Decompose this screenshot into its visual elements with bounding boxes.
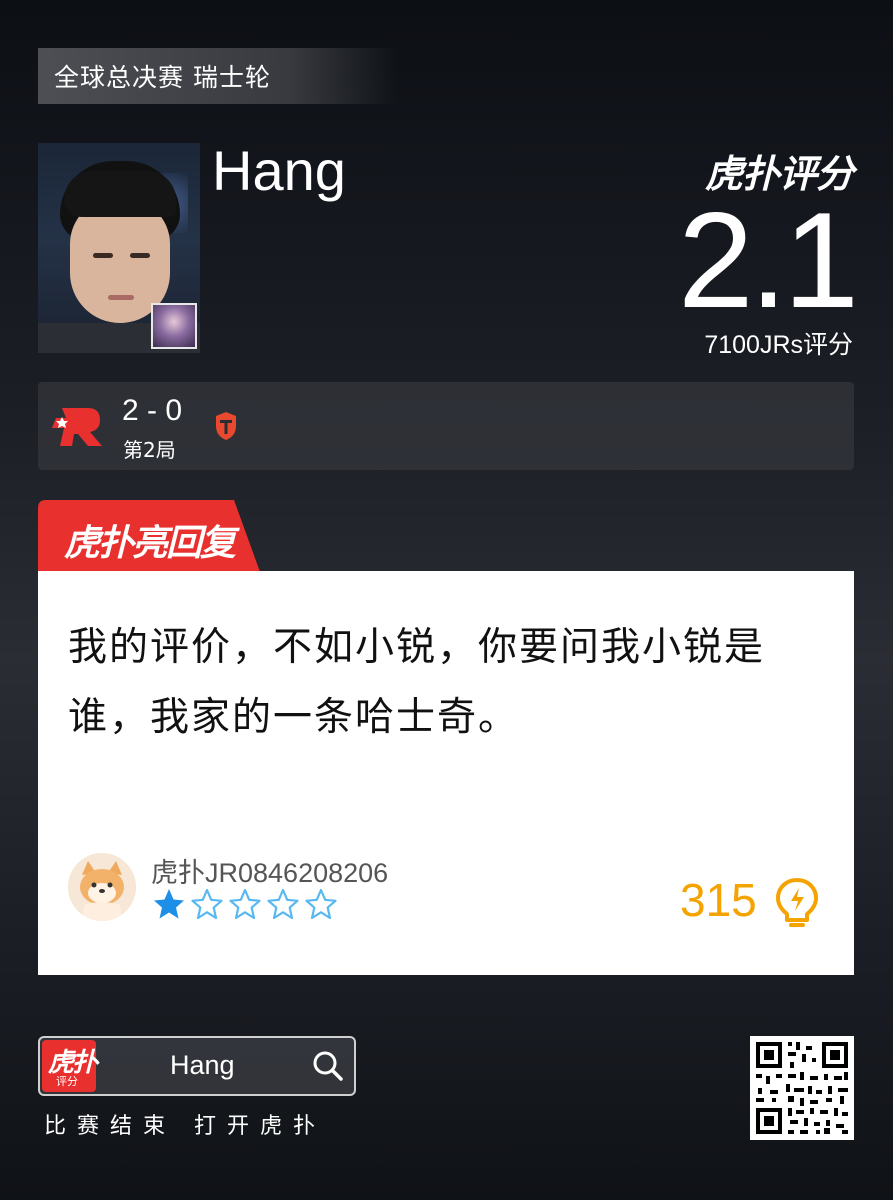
search-box[interactable]: 虎扑 评分 Hang [38, 1036, 356, 1096]
lightbulb-like-icon[interactable] [774, 877, 820, 929]
player-name: Hang [212, 139, 346, 202]
star-filled-icon [154, 889, 184, 919]
game-number: 第2局 [123, 438, 176, 462]
champion-portrait-icon [151, 303, 197, 349]
hupu-app-icon[interactable]: 虎扑 评分 [42, 1040, 98, 1092]
event-title: 全球总决赛 瑞士轮 [54, 63, 271, 92]
reply-header: 虎扑亮回复 [38, 500, 260, 572]
rating-count: 7100JRs评分 [704, 331, 853, 359]
match-score: 2 - 0 [122, 394, 183, 427]
reply-card: 我的评价，不如小锐，你要问我小锐是谁，我家的一条哈士奇。 虎扑JR0846208… [38, 571, 854, 975]
shiba-avatar-icon[interactable] [68, 853, 136, 921]
match-card: 2 - 0 第2局 [38, 382, 854, 470]
star-empty-icon [267, 888, 299, 920]
reply-text: 我的评价，不如小锐，你要问我小锐是谁，我家的一条哈士奇。 [68, 625, 766, 740]
reply-username[interactable]: 虎扑JR0846208206 [151, 851, 388, 890]
reply-header-label: 虎扑亮回复 [64, 523, 236, 564]
footer-caption: 比赛结束 打开虎扑 [44, 1114, 326, 1139]
like-count: 315 [680, 874, 757, 926]
star-empty-icon [191, 888, 223, 920]
krx-team-logo-icon [52, 408, 102, 446]
app-icon-subtext: 评分 [56, 1075, 78, 1088]
qr-code-icon[interactable] [750, 1036, 854, 1140]
star-empty-icon [229, 888, 261, 920]
tes-team-logo-icon [216, 412, 236, 440]
event-title-tag: 全球总决赛 瑞士轮 [38, 48, 398, 104]
search-term[interactable]: Hang [170, 1050, 235, 1081]
search-icon[interactable] [312, 1050, 344, 1082]
rating-score: 2.1 [677, 184, 859, 336]
star-empty-icon [305, 888, 337, 920]
rating-stars [152, 887, 338, 921]
